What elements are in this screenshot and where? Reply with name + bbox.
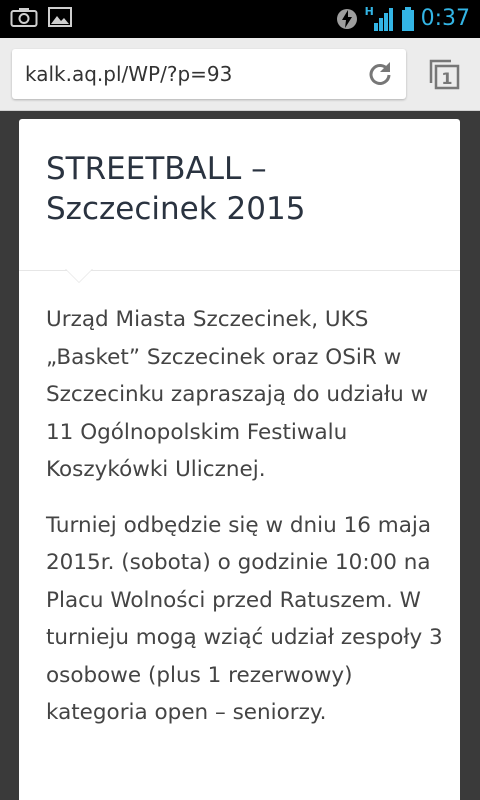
web-page[interactable]: STREETBALL – Szczecinek 2015 Urząd Miast… bbox=[0, 111, 480, 800]
system-indicators: H 0:37 bbox=[335, 3, 470, 35]
status-clock: 0:37 bbox=[420, 6, 470, 31]
article-body: Urząd Miasta Szczecinek, UKS „Basket” Sz… bbox=[46, 301, 444, 750]
reload-icon[interactable] bbox=[366, 60, 394, 88]
browser-toolbar: kalk.aq.pl/WP/?p=93 1 bbox=[0, 38, 480, 111]
header-pointer-fill bbox=[66, 269, 92, 282]
tab-count: 1 bbox=[441, 69, 452, 88]
article-paragraph: Turniej odbędzie się w dniu 16 maja 2015… bbox=[46, 512, 443, 726]
data-saver-icon bbox=[336, 9, 357, 29]
signal-bars-icon bbox=[373, 8, 393, 31]
battery-icon bbox=[401, 7, 414, 31]
status-bar: H 0:37 bbox=[0, 0, 480, 38]
article-card: STREETBALL – Szczecinek 2015 Urząd Miast… bbox=[19, 119, 460, 800]
article-title[interactable]: STREETBALL – Szczecinek 2015 bbox=[46, 149, 436, 229]
gallery-icon bbox=[48, 7, 72, 27]
address-bar[interactable]: kalk.aq.pl/WP/?p=93 bbox=[12, 49, 406, 99]
notification-icons bbox=[10, 6, 72, 28]
url-text[interactable]: kalk.aq.pl/WP/?p=93 bbox=[25, 62, 232, 86]
article-header: STREETBALL – Szczecinek 2015 bbox=[19, 119, 460, 271]
article-paragraph: Urząd Miasta Szczecinek, UKS „Basket” Sz… bbox=[46, 307, 429, 482]
camera-icon bbox=[10, 8, 38, 27]
tabs-icon[interactable]: 1 bbox=[427, 57, 461, 91]
hspa-signal-icon: H bbox=[365, 5, 395, 33]
